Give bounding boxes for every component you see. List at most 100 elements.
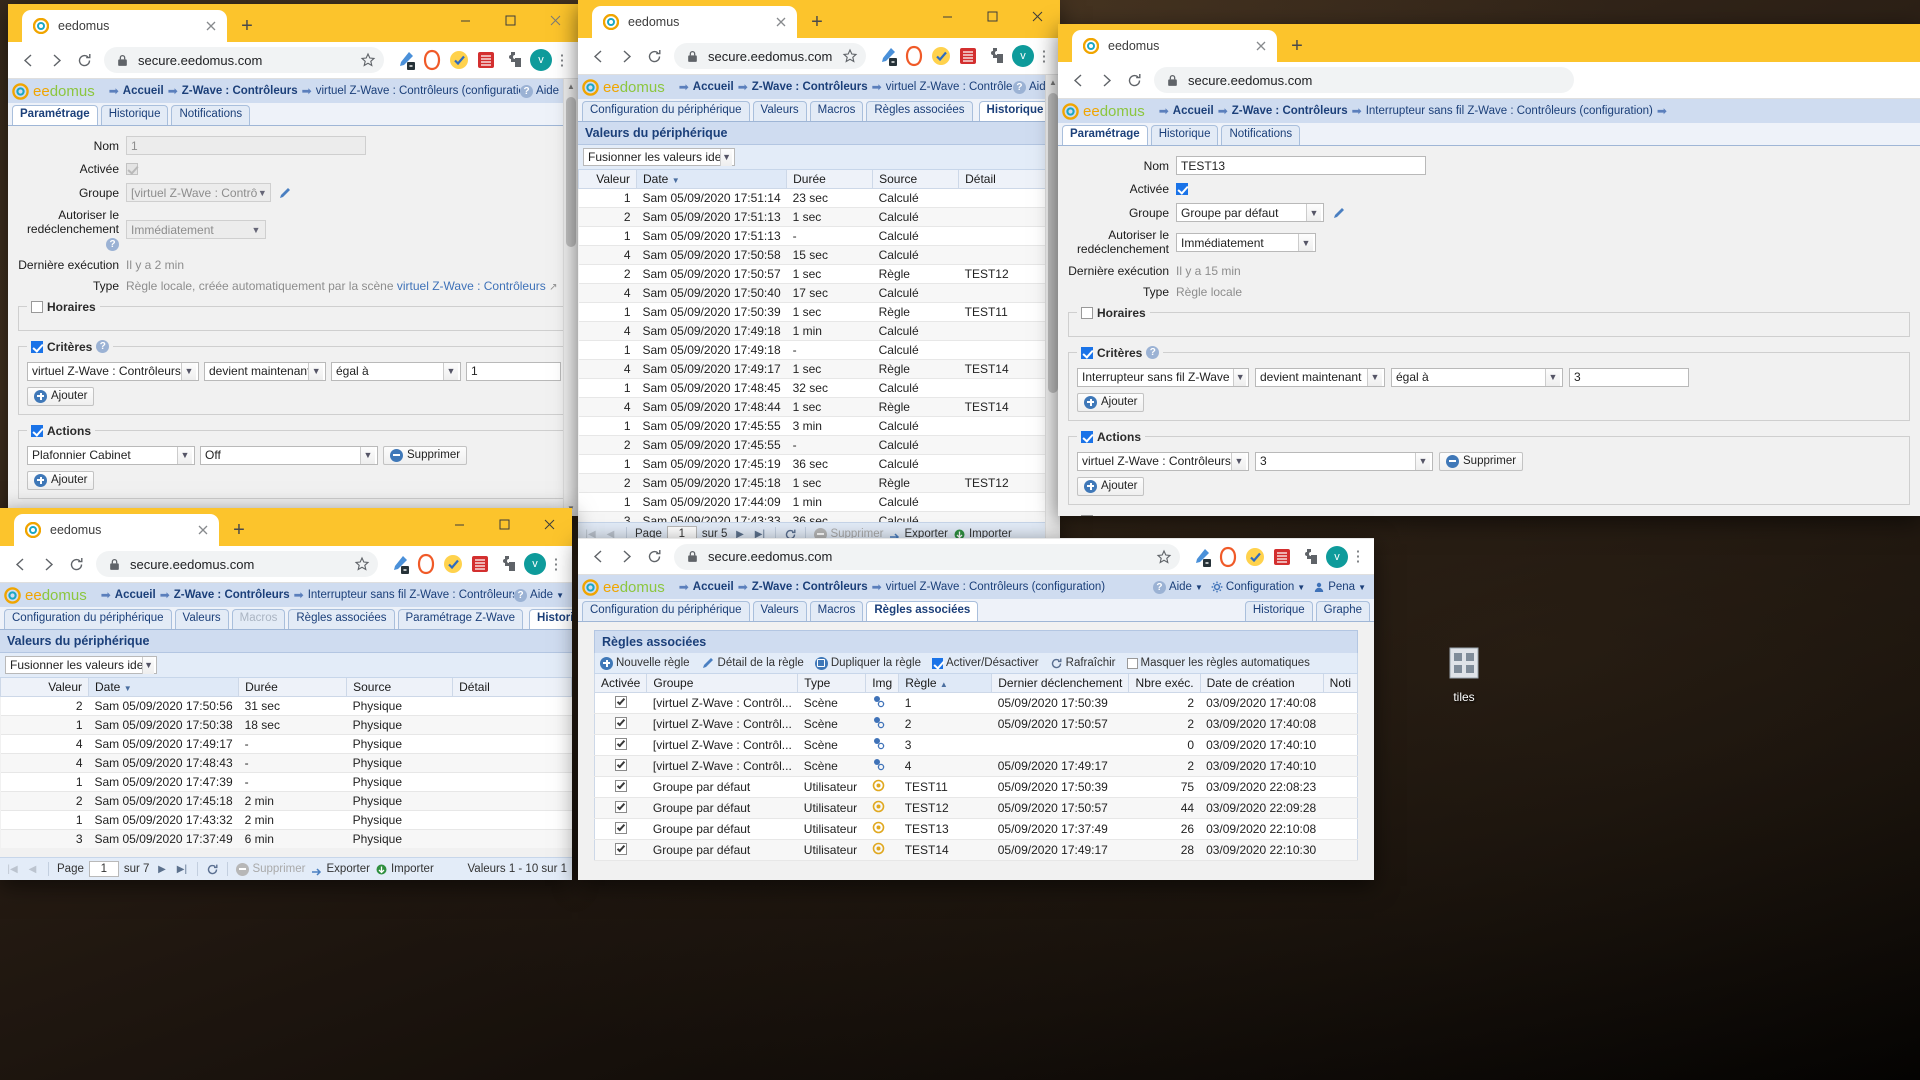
browser-window-historique-interrupteur[interactable]: eedomus + secure.eedomus.com v ⋮ eedomus… [0,508,572,880]
back-button[interactable] [14,46,42,74]
opera-extension-icon[interactable] [1216,545,1240,569]
browser-window-rule-test13[interactable]: eedomus + secure.eedomus.com eedomus ➡ Ac… [1058,24,1920,516]
export-button[interactable]: Exporter [311,863,370,876]
minimize-button[interactable] [443,4,488,36]
tab-regles-associees[interactable]: Règles associées [866,101,973,121]
merge-values-select[interactable]: Fusionner les valeurs identiques▼ [583,148,735,166]
cell-activee[interactable] [594,818,647,840]
chrome-menu-icon[interactable]: ⋮ [552,53,572,68]
table-row[interactable]: 1 Sam 05/09/2020 17:51:13- Calculé [578,226,1060,246]
redeclenchement-select[interactable]: Immédiatement ▼ [1176,233,1316,253]
col-nbre-exec[interactable]: Nbre exéc. [1128,674,1201,693]
browser-window-historique-virtuel[interactable]: eedomus + secure.eedomus.com v ⋮ eedomus… [578,0,1060,548]
col-date[interactable]: Date ▼ [635,170,788,189]
chrome-menu-icon[interactable]: ⋮ [546,557,566,572]
forward-button[interactable] [1092,66,1120,94]
maximize-button[interactable] [970,0,1015,32]
lastpass-extension-icon[interactable] [468,552,492,576]
table-row[interactable]: Groupe par défaut Utilisateur TEST14 05/09/… [594,839,1358,861]
hide-auto-toggle[interactable]: Masquer les règles automatiques [1126,657,1310,669]
edit-pencil-icon[interactable] [1332,206,1346,220]
tab-regles-associees[interactable]: Règles associées [866,601,979,621]
scrollbar-thumb[interactable] [1048,93,1058,393]
action-delete-button[interactable]: Supprimer [383,445,468,465]
table-row[interactable]: 4 Sam 05/09/2020 17:48:43- Physique [0,753,572,773]
table-row[interactable]: 4 Sam 05/09/2020 17:50:58 15 sec Calculé [578,245,1060,265]
merge-values-select[interactable]: Fusionner les valeurs identiques▼ [5,656,157,674]
tab-macros[interactable]: Macros [809,601,864,621]
maximize-button[interactable] [488,4,533,36]
table-row[interactable]: 1 Sam 05/09/2020 17:45:55 3 min Calculé [578,416,1060,436]
edit-pencil-icon[interactable] [278,186,292,200]
prev-page-icon[interactable]: ◀ [25,862,40,877]
vertical-scrollbar[interactable]: ▲ ▼ [563,79,578,516]
breadcrumb-item[interactable]: Z-Wave : Contrôleurs [752,581,868,593]
tab-notifications[interactable]: Notifications [171,105,251,125]
table-row[interactable]: Groupe par défaut Utilisateur TEST11 05/09/… [594,776,1358,798]
help-icon[interactable]: ? [106,237,119,251]
tab-valeurs[interactable]: Valeurs [752,101,807,121]
enable-disable-toggle[interactable]: Activer/Désactiver [931,657,1039,669]
table-row[interactable]: 1 Sam 05/09/2020 17:43:32 2 min Physique [0,810,572,830]
cell-activee[interactable] [594,776,647,798]
tab-macros[interactable]: Macros [231,609,286,629]
page-input[interactable]: 1 [88,861,119,877]
table-row[interactable]: 3 Sam 05/09/2020 17:37:49 6 min Physique [0,829,572,848]
next-page-icon[interactable]: ▶ [154,862,169,877]
critere-operator-select[interactable]: devient maintenant ▼ [204,361,326,381]
new-tab-button[interactable]: + [1283,32,1311,60]
col-detail[interactable]: Détail [452,678,572,697]
table-row[interactable]: 2 Sam 05/09/2020 17:51:13 1 sec Calculé [578,207,1060,227]
tab-historique[interactable]: Historique [978,101,1052,121]
tab-parametrage[interactable]: Paramétrage [1062,125,1148,145]
new-rule-button[interactable]: Nouvelle règle [600,656,690,670]
actions-checkbox[interactable] [31,424,43,437]
opera-extension-icon[interactable] [420,48,444,72]
breadcrumb-item[interactable]: Accueil [1173,105,1214,117]
lastpass-extension-icon[interactable] [956,44,980,68]
col-noti[interactable]: Noti [1322,674,1359,693]
last-page-icon[interactable]: ▶| [174,862,189,877]
critere-value-input[interactable]: 3 [1569,367,1689,387]
minimize-button[interactable] [437,508,482,540]
action-add-button[interactable]: Ajouter [1077,476,1145,496]
opera-extension-icon[interactable] [414,552,438,576]
tab-historique[interactable]: Historique [529,609,572,629]
groupe-select[interactable]: Groupe par défaut ▼ [1176,203,1324,222]
profile-avatar[interactable]: v [1012,45,1034,67]
help-icon[interactable]: ? [96,340,110,354]
bookmark-star-icon[interactable] [354,556,370,572]
table-row[interactable]: 1 Sam 05/09/2020 17:50:39 1 sec Règle TEST11 [578,302,1060,322]
breadcrumb-item[interactable]: Z-Wave : Contrôleurs [174,589,290,601]
close-icon[interactable] [195,522,211,538]
profile-avatar[interactable]: v [530,49,552,71]
critere-operator-select[interactable]: devient maintenant ▼ [1255,367,1385,387]
col-activee[interactable]: Activée [593,674,648,693]
table-row[interactable]: 1 Sam 05/09/2020 17:50:38 18 sec Physique [0,715,572,735]
col-date[interactable]: Date ▼ [87,678,240,697]
breadcrumb-item[interactable]: Z-Wave : Contrôleurs [182,85,298,97]
browser-window-rule-1[interactable]: eedomus + secure.eedomus.com v ⋮ eedomus… [8,4,578,516]
critere-add-button[interactable]: Ajouter [27,386,95,406]
tab-historique[interactable]: Historique [1150,125,1219,145]
breadcrumb-item[interactable]: virtuel Z-Wave : Contrôleurs (configurat… [886,81,1013,93]
col-dernier-declenchement[interactable]: Dernier déclenchement [991,674,1130,693]
action-value-select[interactable]: Off ▼ [200,445,378,465]
notifications-checkbox[interactable] [1081,514,1093,516]
new-tab-button[interactable]: + [803,8,831,36]
config-menu[interactable]: Configuration ▼ [1211,581,1305,593]
table-row[interactable]: 3 Sam 05/09/2020 17:43:33 36 sec Calculé [578,511,1060,522]
reload-button[interactable] [70,46,98,74]
tab-parametrage-zwave[interactable]: Paramétrage Z-Wave [397,609,524,629]
puzzle-extensions-icon[interactable] [983,44,1007,68]
scroll-up-icon[interactable]: ▲ [564,79,578,94]
type-scene-link[interactable]: virtuel Z-Wave : Contrôleurs [397,279,546,293]
forward-button[interactable] [34,550,62,578]
breadcrumb-item[interactable]: Interrupteur sans fil Z-Wave : Contrôleu… [308,589,514,601]
close-icon[interactable] [203,18,219,34]
table-row[interactable]: [virtuel Z-Wave : Contrôl... Scène 1 05/09/… [594,692,1358,714]
browser-tab[interactable]: eedomus [14,514,219,546]
duplicate-rule-button[interactable]: Dupliquer la règle [814,656,921,670]
help-menu[interactable]: ?Aide▼ [1152,580,1203,594]
table-row[interactable]: 4 Sam 05/09/2020 17:49:17 1 sec Règle TEST14 [578,359,1060,379]
